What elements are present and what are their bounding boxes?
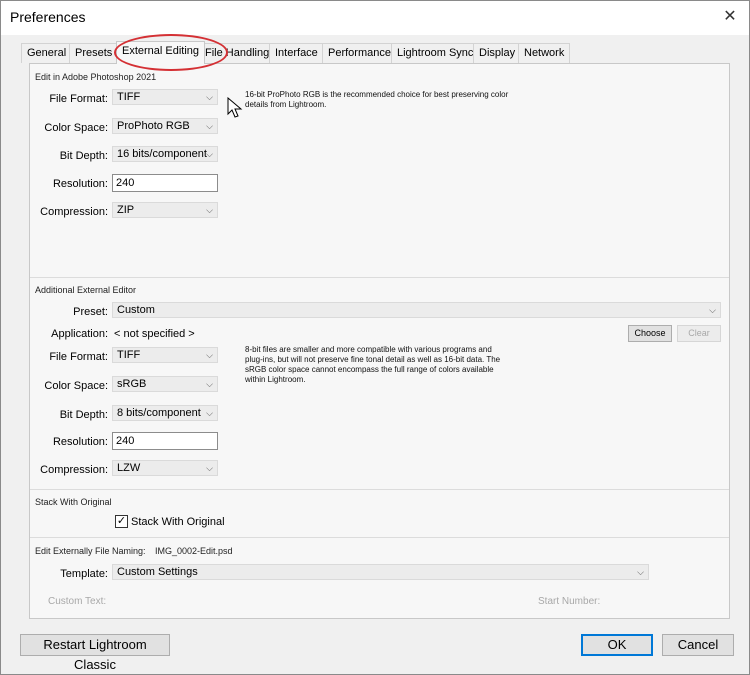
ps-file-format-label: File Format: bbox=[49, 93, 108, 105]
checkmark-icon: ✓ bbox=[116, 515, 127, 527]
ps-resolution-label: Resolution: bbox=[52, 178, 108, 190]
tab-general[interactable]: General bbox=[21, 43, 73, 63]
chevron-down-icon: ⌵ bbox=[206, 92, 213, 102]
ps-resolution-input[interactable]: 240 bbox=[112, 174, 218, 192]
tab-external-editing[interactable]: External Editing bbox=[116, 41, 206, 64]
stack-section: Stack With Original ✓ Stack With Origina… bbox=[30, 490, 729, 538]
ps-color-space-label: Color Space: bbox=[44, 122, 108, 134]
ae-file-format-label: File Format: bbox=[49, 351, 108, 363]
application-label: Application: bbox=[51, 328, 108, 340]
ae-bit-depth-label: Bit Depth: bbox=[59, 409, 108, 421]
restart-lightroom-button[interactable]: Restart Lightroom Classic bbox=[20, 634, 170, 672]
naming-example: IMG_0002-Edit.psd bbox=[155, 546, 233, 556]
chevron-down-icon: ⌵ bbox=[206, 350, 213, 360]
ae-resolution-label: Resolution: bbox=[52, 436, 108, 448]
chevron-down-icon: ⌵ bbox=[206, 379, 213, 389]
additional-editor-section: Additional External Editor Preset: Custo… bbox=[30, 278, 729, 490]
ae-compatibility-note: 8-bit files are smaller and more compati… bbox=[245, 345, 501, 384]
photoshop-section-title: Edit in Adobe Photoshop 2021 bbox=[35, 72, 157, 82]
tab-presets[interactable]: Presets bbox=[69, 43, 119, 63]
ae-color-space-label: Color Space: bbox=[44, 380, 108, 392]
external-editing-panel: Edit in Adobe Photoshop 2021 File Format… bbox=[29, 63, 730, 619]
chevron-down-icon: ⌵ bbox=[206, 463, 213, 473]
photoshop-section: Edit in Adobe Photoshop 2021 File Format… bbox=[30, 64, 729, 278]
cancel-button[interactable]: Cancel bbox=[662, 634, 734, 656]
tab-bar: General Presets External Editing File Ha… bbox=[21, 34, 731, 71]
ps-bit-depth-select[interactable]: 16 bits/component ⌵ bbox=[112, 146, 218, 162]
chevron-down-icon: ⌵ bbox=[206, 121, 213, 131]
chevron-down-icon: ⌵ bbox=[206, 149, 213, 159]
ae-bit-depth-select[interactable]: 8 bits/component ⌵ bbox=[112, 405, 218, 421]
choose-button[interactable]: Choose bbox=[628, 325, 672, 342]
stack-with-original-label: Stack With Original bbox=[131, 516, 225, 528]
close-icon: ✕ bbox=[723, 8, 737, 25]
ae-resolution-input[interactable]: 240 bbox=[112, 432, 218, 450]
file-naming-section: Edit Externally File Naming: IMG_0002-Ed… bbox=[30, 538, 729, 620]
tab-lightroom-sync[interactable]: Lightroom Sync bbox=[391, 43, 480, 63]
tab-display[interactable]: Display bbox=[473, 43, 522, 63]
tab-network[interactable]: Network bbox=[518, 43, 571, 63]
ae-color-space-select[interactable]: sRGB ⌵ bbox=[112, 376, 218, 392]
tab-performance[interactable]: Performance bbox=[322, 43, 397, 63]
preferences-window: Preferences ✕ General Presets External E… bbox=[0, 0, 750, 675]
chevron-down-icon: ⌵ bbox=[206, 205, 213, 215]
ok-button[interactable]: OK bbox=[581, 634, 653, 656]
ps-recommendation-note: 16-bit ProPhoto RGB is the recommended c… bbox=[245, 90, 509, 109]
title-bar: Preferences ✕ bbox=[1, 1, 749, 35]
tab-file-handling[interactable]: File Handling bbox=[199, 43, 276, 63]
ps-compression-select[interactable]: ZIP ⌵ bbox=[112, 202, 218, 218]
naming-section-title: Edit Externally File Naming: bbox=[35, 546, 146, 556]
start-number-label: Start Number: bbox=[538, 596, 601, 607]
ae-compression-select[interactable]: LZW ⌵ bbox=[112, 460, 218, 476]
preset-select[interactable]: Custom ⌵ bbox=[112, 302, 721, 318]
additional-section-title: Additional External Editor bbox=[35, 285, 137, 295]
custom-text-label: Custom Text: bbox=[48, 596, 107, 607]
tab-interface[interactable]: Interface bbox=[269, 43, 324, 63]
ps-compression-label: Compression: bbox=[40, 206, 108, 218]
chevron-down-icon: ⌵ bbox=[709, 305, 716, 315]
ae-file-format-select[interactable]: TIFF ⌵ bbox=[112, 347, 218, 363]
ps-bit-depth-label: Bit Depth: bbox=[59, 150, 108, 162]
stack-with-original-checkbox[interactable]: ✓ bbox=[115, 515, 128, 528]
clear-button[interactable]: Clear bbox=[677, 325, 721, 342]
mouse-pointer-icon bbox=[227, 97, 243, 118]
close-button[interactable]: ✕ bbox=[717, 5, 743, 29]
ae-compression-label: Compression: bbox=[40, 464, 108, 476]
chevron-down-icon: ⌵ bbox=[637, 567, 644, 577]
preset-label: Preset: bbox=[73, 306, 108, 318]
window-title: Preferences bbox=[10, 9, 86, 25]
application-value: < not specified > bbox=[114, 328, 195, 340]
stack-section-title: Stack With Original bbox=[35, 497, 112, 507]
ps-file-format-select[interactable]: TIFF ⌵ bbox=[112, 89, 218, 105]
template-select[interactable]: Custom Settings ⌵ bbox=[112, 564, 649, 580]
template-label: Template: bbox=[60, 568, 108, 580]
chevron-down-icon: ⌵ bbox=[206, 408, 213, 418]
ps-color-space-select[interactable]: ProPhoto RGB ⌵ bbox=[112, 118, 218, 134]
